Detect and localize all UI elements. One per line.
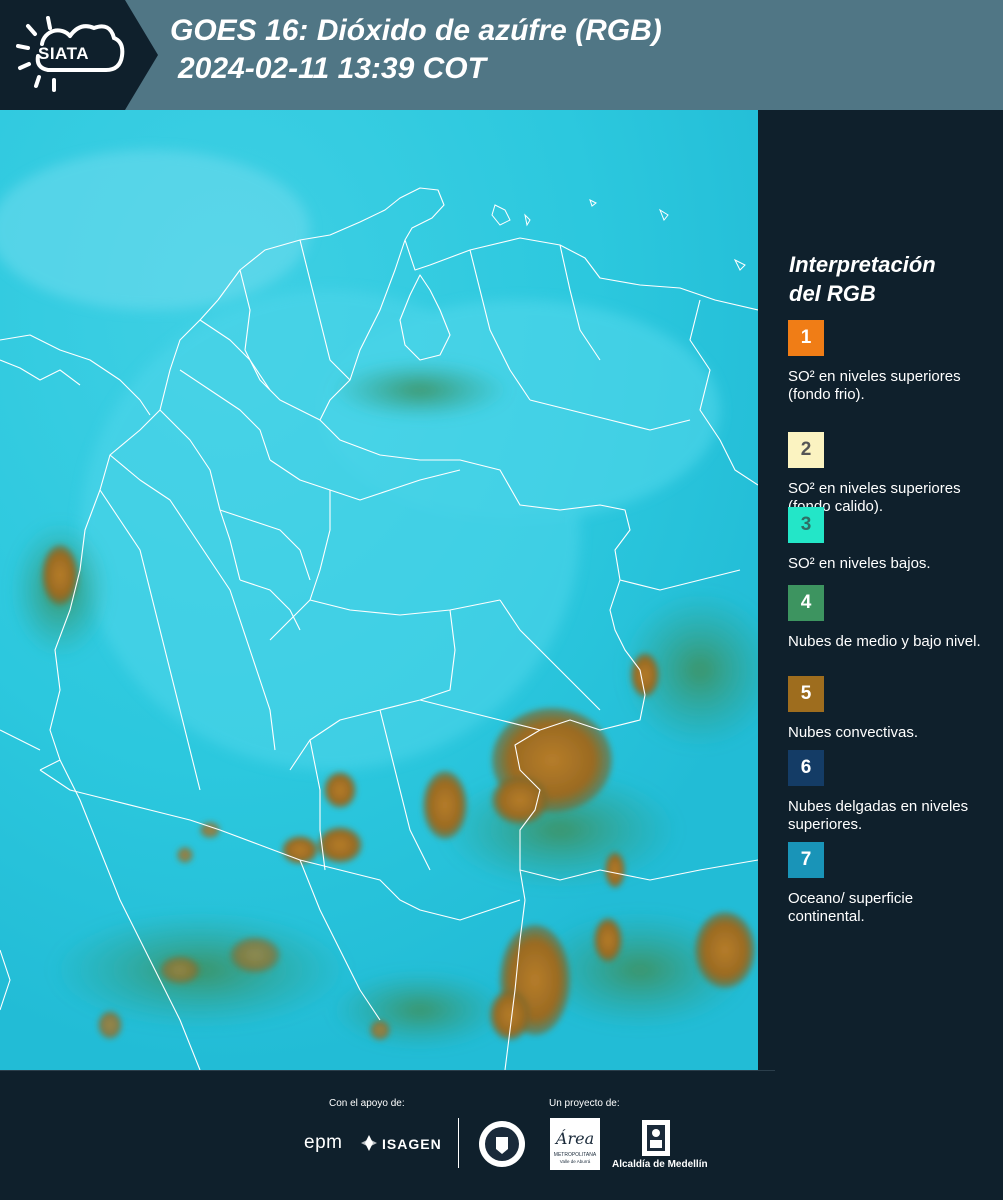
area-metropolitana-logo-region: Valle de Aburrá xyxy=(560,1159,591,1164)
legend-panel: Interpretación del RGB 1 SO² en niveles s… xyxy=(758,110,1003,1070)
legend-label: Nubes de medio y bajo nivel. xyxy=(788,633,981,650)
legend-item-5: 5 Nubes convectivas. xyxy=(788,676,993,742)
area-metropolitana-logo-icon: Área METROPOLITANA Valle de Aburrá xyxy=(550,1118,600,1170)
legend-label: SO² en niveles bajos. xyxy=(788,555,931,572)
footer-logo-divider xyxy=(458,1118,459,1168)
area-metropolitana-logo-label: Área xyxy=(554,1128,594,1148)
legend-title-line2: del RGB xyxy=(789,281,876,306)
epm-logo: epm xyxy=(304,1132,343,1153)
page-title: GOES 16: Dióxido de azúfre (RGB) xyxy=(170,14,662,47)
logo-panel: SIATA xyxy=(0,0,158,110)
legend-label: Oceano/ superficie continental. xyxy=(788,890,914,925)
legend-label: SO² en niveles superiores (fondo frio). xyxy=(788,368,961,403)
legend-swatch: 1 xyxy=(788,320,824,356)
page-timestamp: 2024-02-11 13:39 COT xyxy=(178,52,486,85)
legend-label: Nubes convectivas. xyxy=(788,724,919,741)
legend-swatch: 2 xyxy=(788,432,824,468)
legend-item-6: 6 Nubes delgadas en niveles superiores. xyxy=(788,750,993,834)
footer: Con el apoyo de: Un proyecto de: epm ISA… xyxy=(0,1070,1003,1200)
legend-swatch: 6 xyxy=(788,750,824,786)
legend-item-2: 2 SO² en niveles superiores (fondo calido… xyxy=(788,432,993,516)
legend-swatch: 5 xyxy=(788,676,824,712)
alcaldia-shield-icon xyxy=(642,1120,670,1156)
project-label: Un proyecto de: xyxy=(549,1098,620,1109)
legend-label: Nubes delgadas en niveles superiores. xyxy=(788,798,969,833)
satellite-map-image xyxy=(0,110,758,1070)
legend-swatch: 4 xyxy=(788,585,824,621)
legend-item-3: 3 SO² en niveles bajos. xyxy=(788,507,993,573)
legend-swatch: 7 xyxy=(788,842,824,878)
medellin-seal-icon xyxy=(479,1121,525,1167)
header-bar: SIATA GOES 16: Dióxido de azúfre (RGB) 2… xyxy=(0,0,1003,110)
legend-item-1: 1 SO² en niveles superiores (fondo frio). xyxy=(788,320,993,404)
isagen-icon xyxy=(361,1135,377,1151)
legend-title: Interpretación del RGB xyxy=(789,250,989,308)
alcaldia-label: Alcaldía de Medellín xyxy=(612,1159,708,1170)
legend-item-4: 4 Nubes de medio y bajo nivel. xyxy=(788,585,993,651)
isagen-logo: ISAGEN xyxy=(382,1136,442,1152)
legend-item-7: 7 Oceano/ superficie continental. xyxy=(788,842,993,926)
footer-divider xyxy=(0,1070,775,1071)
legend-title-line1: Interpretación xyxy=(789,252,936,277)
support-label: Con el apoyo de: xyxy=(329,1098,405,1109)
area-metropolitana-logo-subtitle: METROPOLITANA xyxy=(554,1152,597,1158)
siata-logo-text: SIATA xyxy=(38,44,89,63)
satellite-map xyxy=(0,110,758,1070)
legend-swatch: 3 xyxy=(788,507,824,543)
